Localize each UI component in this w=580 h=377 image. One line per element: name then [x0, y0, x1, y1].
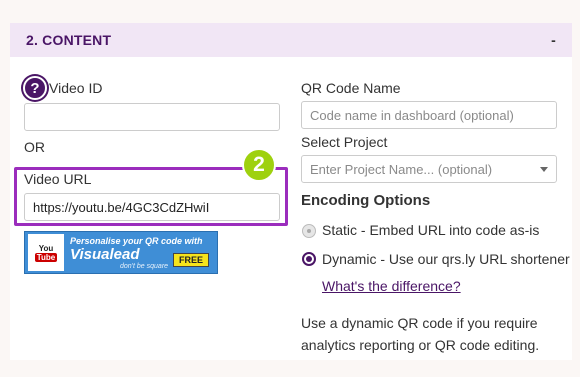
- or-label: OR: [24, 139, 45, 155]
- video-url-label: Video URL: [24, 171, 92, 187]
- option-dynamic-label[interactable]: Dynamic - Use our qrs.ly URL shortener: [322, 251, 570, 267]
- banner-line1: Personalise your QR code with: [70, 235, 203, 246]
- collapse-toggle[interactable]: -: [551, 32, 556, 48]
- difference-link[interactable]: What's the difference?: [322, 278, 461, 294]
- youtube-qr-icon: You Tube: [28, 234, 64, 271]
- radio-dynamic[interactable]: [302, 252, 316, 266]
- video-url-input[interactable]: https://youtu.be/4GC3CdZHwiI: [24, 193, 280, 221]
- chevron-down-icon: [540, 167, 548, 172]
- option-static-label[interactable]: Static - Embed URL into code as-is: [322, 222, 539, 238]
- project-select-placeholder: Enter Project Name... (optional): [310, 161, 493, 177]
- video-id-input[interactable]: [24, 103, 280, 131]
- qr-name-input[interactable]: Code name in dashboard (optional): [301, 101, 557, 129]
- video-id-label: Video ID: [49, 80, 103, 96]
- project-select[interactable]: Enter Project Name... (optional): [301, 155, 557, 183]
- banner-free-badge: FREE: [172, 253, 209, 267]
- select-project-label: Select Project: [301, 134, 388, 150]
- step-2-badge: 2: [242, 148, 276, 182]
- help-icon[interactable]: ?: [23, 76, 47, 100]
- banner-tube: Tube: [34, 252, 58, 262]
- qr-name-label: QR Code Name: [301, 80, 401, 96]
- banner-you: You: [38, 243, 54, 253]
- section-header-content[interactable]: 2. CONTENT -: [10, 23, 572, 57]
- visualead-banner[interactable]: You Tube Personalise your QR code with V…: [24, 231, 218, 274]
- radio-static[interactable]: [302, 224, 316, 238]
- encoding-options-heading: Encoding Options: [301, 192, 431, 209]
- info-text-line1: Use a dynamic QR code if you require: [301, 315, 538, 331]
- info-text-line2: analytics reporting or QR code editing.: [301, 337, 540, 353]
- section-title: 2. CONTENT: [26, 32, 112, 48]
